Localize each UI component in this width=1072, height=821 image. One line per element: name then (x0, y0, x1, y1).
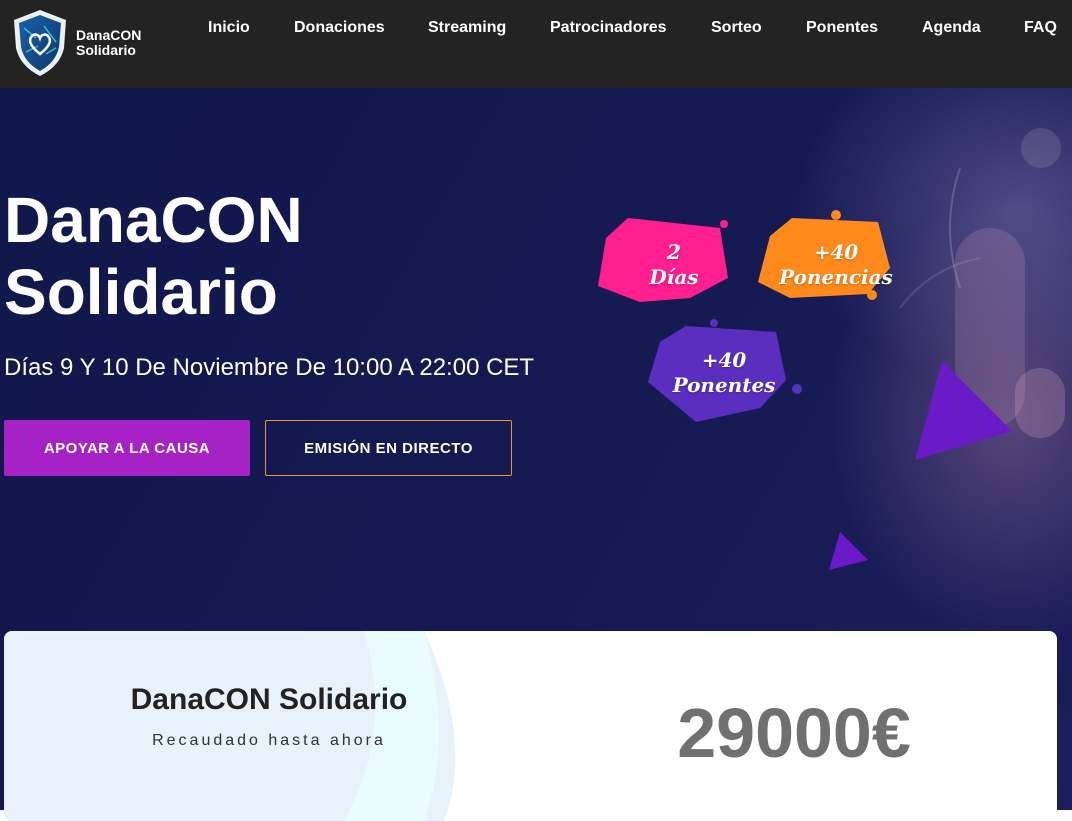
card-decoration (4, 631, 456, 821)
nav-item-inicio[interactable]: Inicio (208, 19, 250, 37)
badge-speakers: +40 Ponentes (666, 348, 782, 398)
nav-item-sorteo[interactable]: Sorteo (711, 19, 762, 37)
donation-title: DanaCON Solidario (130, 683, 408, 716)
triangle-shape-small (829, 532, 868, 570)
user-bubble-icon (1021, 128, 1061, 168)
nav-item-donaciones[interactable]: Donaciones (294, 19, 385, 37)
nav-item-patrocinadores[interactable]: Patrocinadores (550, 19, 666, 37)
badge-talks-number: +40 (813, 240, 859, 264)
hero-title: DanaCON Solidario (4, 184, 303, 328)
donation-amount: 29000€ (677, 694, 911, 772)
nav-item-streaming[interactable]: Streaming (428, 19, 506, 37)
badge-speakers-number: +40 (701, 348, 747, 372)
site-header: DanaCON Solidario Inicio Donaciones Stre… (0, 0, 1072, 88)
badge-days-label: Días (649, 265, 699, 289)
hero-title-line1: DanaCON (4, 184, 303, 256)
nav-item-agenda[interactable]: Agenda (922, 19, 981, 37)
badge-speakers-label: Ponentes (672, 373, 776, 397)
badge-talks: +40 Ponencias (776, 240, 896, 290)
logo-text-line2: Solidario (76, 42, 136, 58)
badge-days-number: 2 (667, 240, 681, 264)
hero-title-line2: Solidario (4, 256, 278, 328)
badge-days: 2 Días (636, 240, 712, 290)
donation-subtitle: Recaudado hasta ahora (152, 732, 386, 749)
nav-item-faq[interactable]: FAQ (1024, 19, 1057, 37)
donation-card: DanaCON Solidario Recaudado hasta ahora … (4, 631, 1057, 821)
support-cause-button[interactable]: APOYAR A LA CAUSA (4, 420, 250, 476)
live-stream-button[interactable]: EMISIÓN EN DIRECTO (265, 420, 512, 476)
hero-subtitle: Días 9 Y 10 De Noviembre De 10:00 A 22:0… (4, 354, 535, 381)
badge-talks-label: Ponencias (779, 265, 893, 289)
main-nav: Inicio Donaciones Streaming Patrocinador… (0, 19, 1072, 41)
nav-item-ponentes[interactable]: Ponentes (806, 19, 878, 37)
